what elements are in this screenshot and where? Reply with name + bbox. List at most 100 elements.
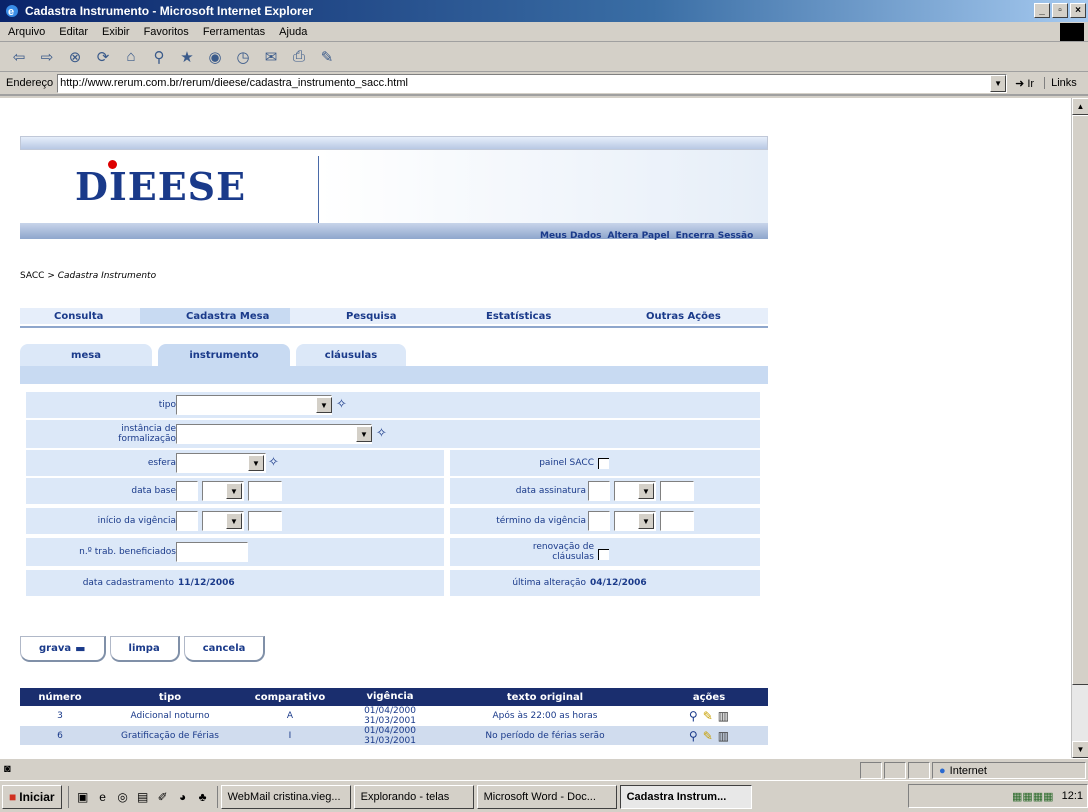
trash-icon[interactable]: ▥ — [718, 709, 729, 723]
data-assinatura-month-dropdown-icon[interactable]: ▼ — [638, 483, 654, 499]
menu-ajuda[interactable]: Ajuda — [279, 26, 307, 38]
status-bar: ◙ ● Internet — [0, 758, 1088, 780]
title-bar[interactable]: e Cadastra Instrumento - Microsoft Inter… — [0, 0, 1088, 22]
menu-arquivo[interactable]: Arquivo — [8, 26, 45, 38]
table-row[interactable]: 3 Adicional noturno A 01/04/2000 31/03/20… — [20, 706, 768, 726]
termino-vigencia-month-dropdown-icon[interactable]: ▼ — [638, 513, 654, 529]
instancia-star-icon[interactable]: ✧ — [376, 425, 387, 441]
tray-icons[interactable]: ▦▦▦▦ — [1012, 790, 1054, 803]
close-button[interactable]: × — [1070, 3, 1086, 18]
ie-quick-icon[interactable]: e — [95, 789, 111, 805]
explorer-icon[interactable]: ▤ — [135, 789, 151, 805]
termino-vigencia-year[interactable] — [660, 511, 694, 531]
media-quick-icon[interactable]: ◕ — [175, 789, 191, 805]
messenger-icon[interactable]: ♣ — [195, 789, 211, 805]
tipo-select[interactable] — [176, 395, 332, 415]
forward-icon[interactable]: ⇨ — [36, 46, 58, 68]
refresh-icon[interactable]: ⟳ — [92, 46, 114, 68]
task-word[interactable]: Microsoft Word - Doc... — [476, 784, 617, 809]
favorites-icon[interactable]: ★ — [176, 46, 198, 68]
tab-mesa[interactable]: mesa — [20, 344, 152, 366]
col-texto-original: texto original — [506, 691, 584, 703]
data-assinatura-year[interactable] — [660, 481, 694, 501]
encerra-sessao-link[interactable]: Encerra Sessão — [676, 231, 754, 241]
media-icon[interactable]: ◉ — [204, 46, 226, 68]
paint-icon[interactable]: ✐ — [155, 789, 171, 805]
scroll-down-icon[interactable]: ▼ — [1072, 741, 1088, 758]
print-icon[interactable]: ⎙ — [288, 46, 310, 68]
breadcrumb-root[interactable]: SACC — [20, 271, 44, 281]
task-explorando[interactable]: Explorando - telas — [353, 784, 474, 809]
stop-icon[interactable]: ⊗ — [64, 46, 86, 68]
search-icon[interactable]: ⚲ — [148, 46, 170, 68]
data-assinatura-day[interactable] — [588, 481, 610, 501]
altera-papel-link[interactable]: Altera Papel — [607, 231, 669, 241]
address-input[interactable]: http://www.rerum.com.br/rerum/dieese/cad… — [57, 73, 1008, 93]
task-webmail[interactable]: WebMail cristina.vieg... — [220, 784, 351, 809]
esfera-dropdown-icon[interactable]: ▼ — [248, 455, 264, 471]
task-cadastra[interactable]: Cadastra Instrum... — [619, 784, 752, 809]
zone-label: Internet — [949, 764, 987, 777]
nav-estatisticas[interactable]: Estatísticas — [450, 308, 600, 324]
home-icon[interactable]: ⌂ — [120, 46, 142, 68]
data-base-month-dropdown-icon[interactable]: ▼ — [226, 483, 242, 499]
data-assinatura-label: data assinatura — [515, 486, 586, 496]
grava-button[interactable]: grava ▬ — [20, 636, 106, 662]
view-icon[interactable]: ⚲ — [689, 729, 698, 743]
go-button[interactable]: ➜ Ir — [1015, 77, 1034, 90]
start-button[interactable]: ■ Iniciar — [2, 784, 62, 809]
menu-ferramentas[interactable]: Ferramentas — [203, 26, 265, 38]
vertical-scrollbar[interactable]: ▲ ▼ — [1071, 98, 1088, 758]
meus-dados-link[interactable]: Meus Dados — [540, 231, 601, 241]
inicio-vigencia-month-dropdown-icon[interactable]: ▼ — [226, 513, 242, 529]
tipo-dropdown-icon[interactable]: ▼ — [316, 397, 332, 413]
termino-vigencia-day[interactable] — [588, 511, 610, 531]
cancela-button[interactable]: cancela — [183, 636, 266, 662]
tab-instrumento[interactable]: instrumento — [158, 344, 290, 366]
menu-favoritos[interactable]: Favoritos — [144, 26, 189, 38]
painel-checkbox[interactable] — [598, 458, 609, 469]
logo-text: DIEESE — [75, 164, 247, 209]
tipo-star-icon[interactable]: ✧ — [336, 396, 347, 412]
inicio-vigencia-day[interactable] — [176, 511, 198, 531]
nav-consulta[interactable]: Consulta — [20, 308, 140, 324]
limpa-button[interactable]: limpa — [109, 636, 180, 662]
maximize-button[interactable]: ▫ — [1052, 3, 1068, 18]
mail-icon[interactable]: ✉ — [260, 46, 282, 68]
minimize-button[interactable]: _ — [1034, 3, 1050, 18]
menu-editar[interactable]: Editar — [59, 26, 88, 38]
address-dropdown-icon[interactable]: ▼ — [990, 74, 1007, 92]
edit-pencil-icon[interactable]: ✎ — [703, 709, 713, 723]
esfera-star-icon[interactable]: ✧ — [268, 454, 279, 470]
data-base-day[interactable] — [176, 481, 198, 501]
clock[interactable]: 12:1 — [1062, 790, 1083, 802]
back-icon[interactable]: ⇦ — [8, 46, 30, 68]
ultima-alteracao-value: 04/12/2006 — [590, 578, 647, 588]
instancia-select[interactable] — [176, 424, 372, 444]
inicio-vigencia-year[interactable] — [248, 511, 282, 531]
nav-cadastra-mesa[interactable]: Cadastra Mesa — [140, 308, 290, 324]
links-button[interactable]: Links — [1044, 77, 1077, 89]
table-row[interactable]: 6 Gratificação de Férias I 01/04/2000 31/… — [20, 726, 768, 746]
nav-outras-acoes[interactable]: Outras Ações — [600, 308, 768, 324]
data-base-year[interactable] — [248, 481, 282, 501]
main-nav: Consulta Cadastra Mesa Pesquisa Estatíst… — [20, 308, 768, 324]
nav-pesquisa[interactable]: Pesquisa — [290, 308, 450, 324]
esfera-label: esfera — [147, 458, 176, 468]
view-icon[interactable]: ⚲ — [689, 709, 698, 723]
desktop-icon[interactable]: ▣ — [75, 789, 91, 805]
renovacao-checkbox[interactable] — [598, 549, 609, 560]
discuss-icon[interactable]: ✎ — [316, 46, 338, 68]
edit-pencil-icon[interactable]: ✎ — [703, 729, 713, 743]
globe-icon: ● — [939, 764, 946, 777]
instancia-dropdown-icon[interactable]: ▼ — [356, 426, 372, 442]
tab-clausulas[interactable]: cláusulas — [296, 344, 406, 366]
trab-input[interactable] — [176, 542, 248, 562]
outlook-icon[interactable]: ◎ — [115, 789, 131, 805]
scroll-up-icon[interactable]: ▲ — [1072, 98, 1088, 115]
history-icon[interactable]: ◷ — [232, 46, 254, 68]
menu-exibir[interactable]: Exibir — [102, 26, 130, 38]
status-seg — [884, 762, 906, 779]
scroll-thumb[interactable] — [1072, 115, 1088, 685]
trash-icon[interactable]: ▥ — [718, 729, 729, 743]
